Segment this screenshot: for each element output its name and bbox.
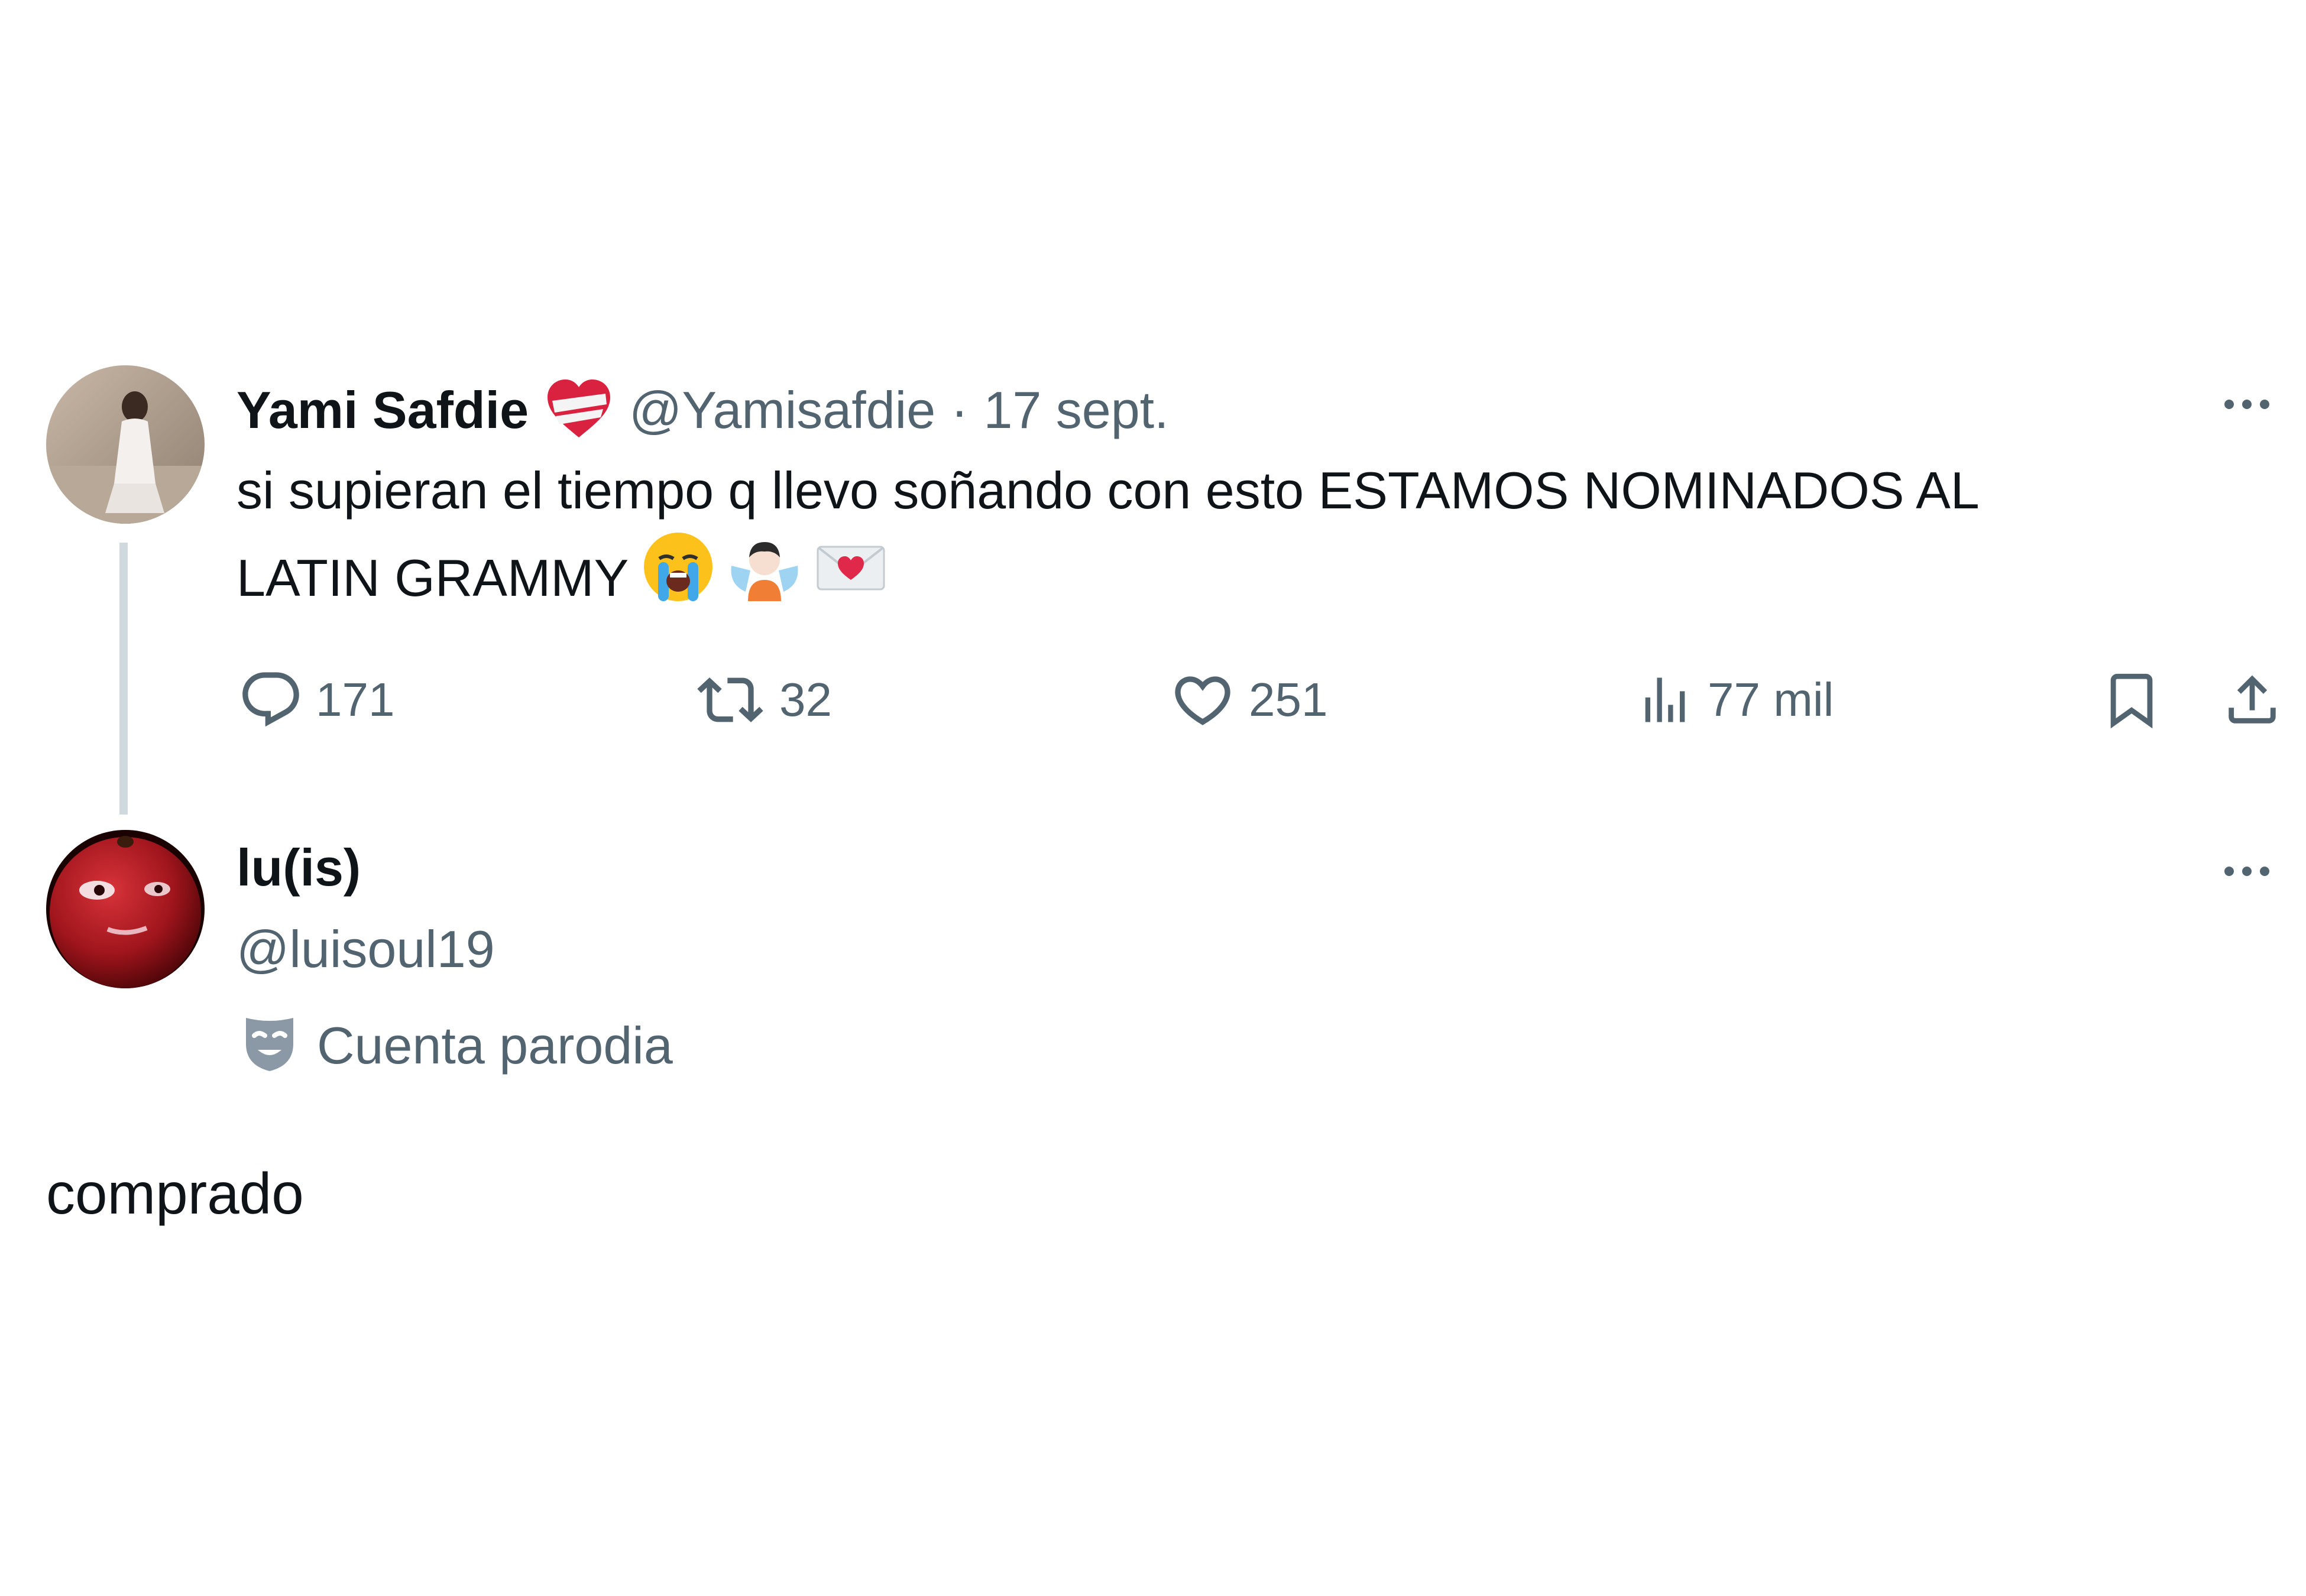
more-dot-icon bbox=[2242, 867, 2252, 876]
avatar-luis[interactable] bbox=[46, 830, 205, 988]
tweet-text: si supieran el tiempo q llevo soñando co… bbox=[237, 450, 2271, 625]
tweet-date[interactable]: 17 sept. bbox=[983, 384, 1168, 436]
loudly-crying-face-icon bbox=[642, 530, 715, 625]
views-count: 77 mil bbox=[1708, 673, 1834, 726]
repost-button[interactable]: 32 bbox=[695, 667, 832, 733]
tweet-header: Yami Safdie @Yamisafdie · 17 sept. bbox=[237, 376, 1169, 444]
reply-more-button[interactable] bbox=[2224, 867, 2269, 876]
thread-connector-line bbox=[119, 543, 128, 815]
like-button[interactable]: 251 bbox=[1170, 667, 1327, 733]
person-with-angel-wings-icon bbox=[728, 530, 801, 625]
parody-account-label: Cuenta parodia bbox=[240, 1014, 673, 1076]
reply-bubble-icon bbox=[238, 667, 304, 733]
share-upload-icon bbox=[2221, 667, 2284, 733]
share-button[interactable] bbox=[2221, 667, 2284, 733]
like-count: 251 bbox=[1249, 673, 1328, 726]
reply-author-name[interactable]: lu(is) bbox=[237, 842, 361, 894]
avatar-yami-image bbox=[46, 365, 205, 524]
repost-count: 32 bbox=[779, 673, 832, 726]
more-dot-icon bbox=[2224, 867, 2234, 876]
views-bar-chart-icon bbox=[1635, 668, 1695, 732]
parody-label-text: Cuenta parodia bbox=[317, 1016, 673, 1075]
bookmark-icon bbox=[2100, 667, 2163, 733]
tweet-text-line-2-text: LATIN GRAMMY bbox=[237, 549, 629, 607]
avatar-yami[interactable] bbox=[46, 365, 205, 524]
views-button[interactable]: 77 mil bbox=[1635, 668, 1834, 732]
reply-button[interactable]: 171 bbox=[238, 667, 394, 733]
bookmark-button[interactable] bbox=[2100, 667, 2163, 733]
more-dot-icon bbox=[2224, 400, 2234, 409]
heart-outline-icon bbox=[1170, 667, 1236, 733]
heart-ribbon-icon bbox=[544, 376, 614, 444]
theater-masks-icon bbox=[240, 1014, 299, 1076]
author-handle[interactable]: @Yamisafdie bbox=[629, 384, 935, 436]
reply-text: comprado bbox=[46, 1161, 304, 1226]
repost-arrows-icon bbox=[695, 667, 765, 733]
avatar-luis-image bbox=[46, 830, 205, 988]
love-letter-icon bbox=[814, 530, 888, 625]
reply-count: 171 bbox=[316, 673, 395, 726]
author-name[interactable]: Yami Safdie bbox=[237, 384, 529, 436]
meta-separator: · bbox=[951, 380, 969, 439]
more-dot-icon bbox=[2260, 400, 2269, 409]
reply-author-handle[interactable]: @luisoul19 bbox=[237, 923, 495, 975]
tweet-text-line-2: LATIN GRAMMY bbox=[237, 530, 2271, 625]
tweet-more-button[interactable] bbox=[2224, 400, 2269, 409]
tweet-text-line-1: si supieran el tiempo q llevo soñando co… bbox=[237, 461, 1980, 520]
more-dot-icon bbox=[2242, 400, 2252, 409]
more-dot-icon bbox=[2260, 867, 2269, 876]
